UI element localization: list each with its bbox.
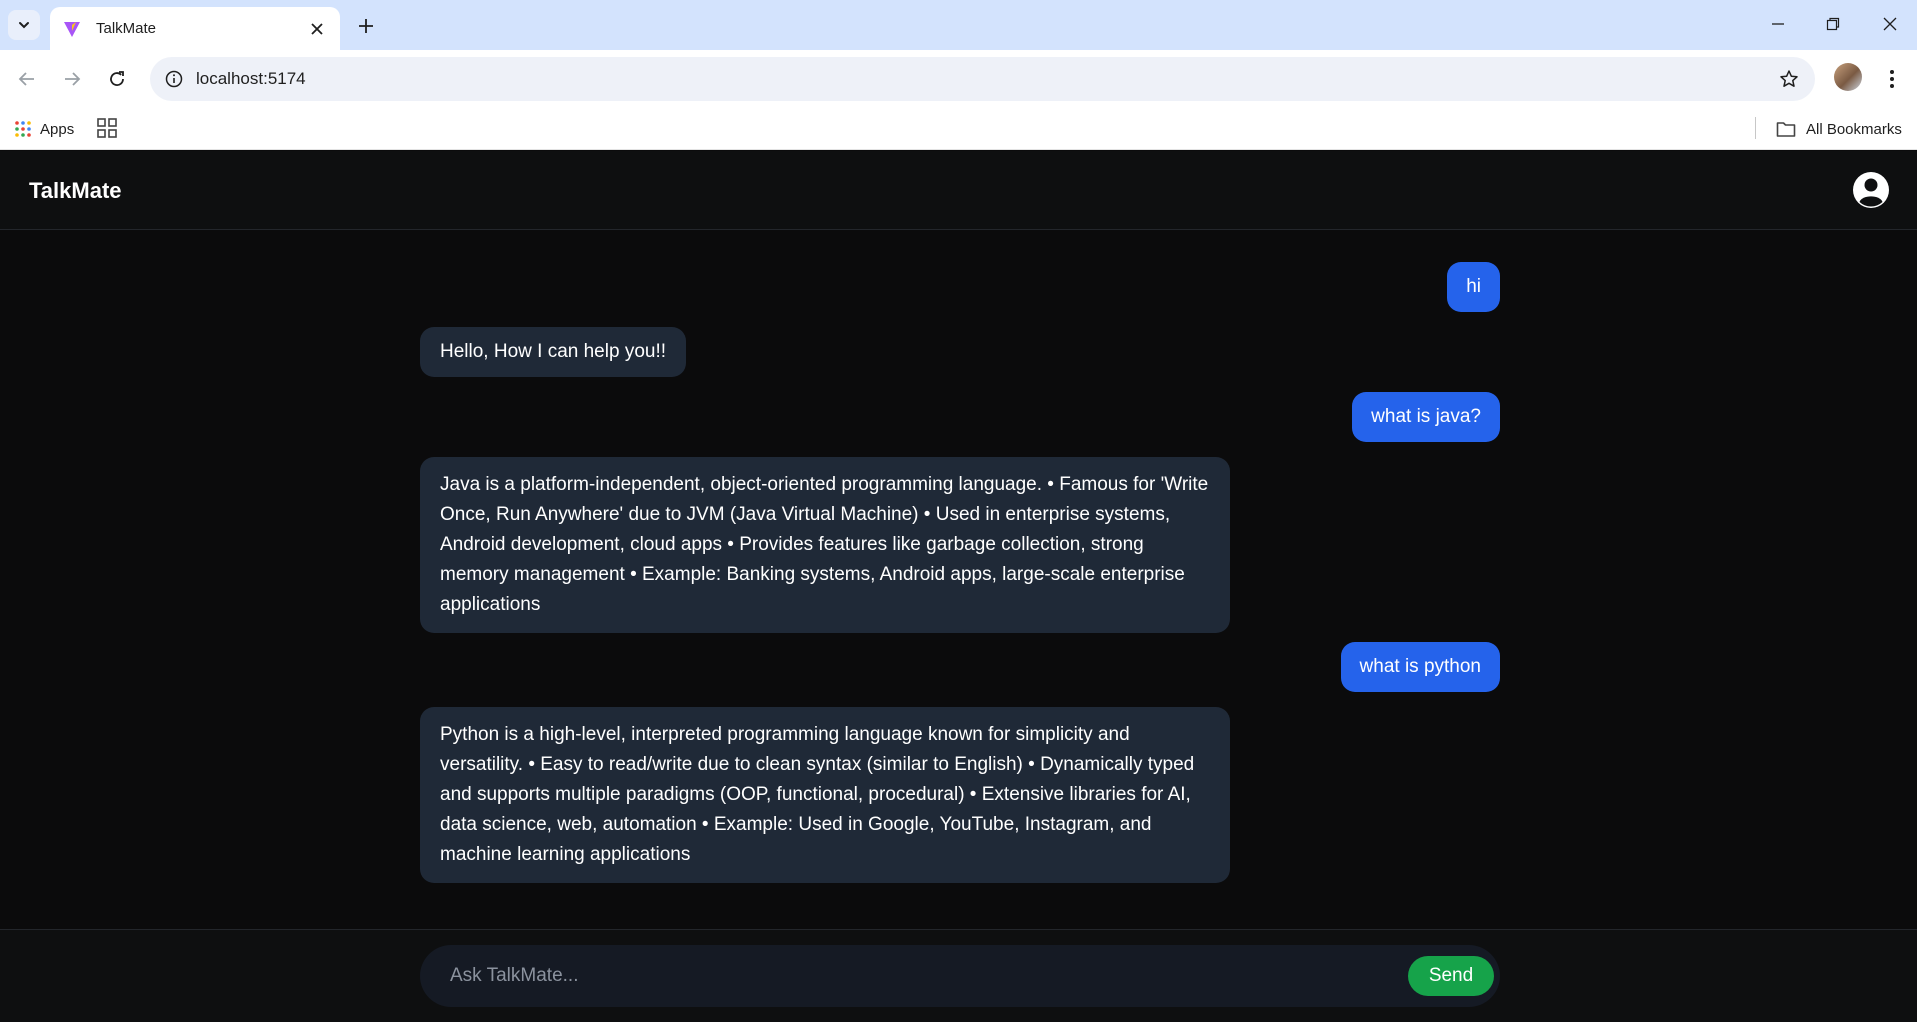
browser-toolbar: localhost:5174 bbox=[0, 50, 1917, 108]
bookmarks-divider bbox=[1755, 117, 1756, 139]
apps-grid-icon bbox=[15, 121, 31, 137]
bot-message: Hello, How I can help you!! bbox=[420, 327, 687, 377]
all-bookmarks[interactable]: All Bookmarks bbox=[1776, 116, 1902, 142]
bookmark-apps[interactable]: Apps bbox=[14, 116, 74, 142]
user-message: what is python bbox=[1340, 642, 1500, 692]
browser-tabstrip: TalkMate bbox=[0, 0, 1917, 50]
user-message: hi bbox=[1447, 262, 1500, 312]
app-brand: TalkMate bbox=[29, 178, 122, 203]
bookmarks-bar: Apps All Bookmarks bbox=[0, 108, 1917, 150]
profile-avatar[interactable] bbox=[1834, 63, 1862, 91]
address-bar[interactable]: localhost:5174 bbox=[150, 57, 1815, 101]
bookmark-apps-label: Apps bbox=[40, 120, 75, 138]
bot-message: Java is a platform-independent, object-o… bbox=[420, 457, 1230, 633]
folder-icon bbox=[1776, 122, 1796, 137]
star-icon[interactable] bbox=[1775, 65, 1803, 93]
site-info-icon[interactable] bbox=[160, 65, 188, 93]
send-button[interactable]: Send bbox=[1408, 956, 1494, 996]
restore-icon[interactable] bbox=[1815, 8, 1851, 40]
tab-groups-icon[interactable] bbox=[96, 117, 118, 139]
back-icon[interactable] bbox=[11, 63, 43, 95]
forward-icon[interactable] bbox=[56, 63, 88, 95]
minimize-icon[interactable] bbox=[1760, 8, 1796, 40]
window-close-icon[interactable] bbox=[1872, 8, 1908, 40]
browser-tab[interactable]: TalkMate bbox=[50, 7, 340, 50]
chat-thread: hi Hello, How I can help you!! what is j… bbox=[0, 231, 1917, 929]
reload-icon[interactable] bbox=[101, 63, 133, 95]
kebab-menu-icon[interactable] bbox=[1878, 63, 1906, 95]
url-text: localhost:5174 bbox=[196, 69, 306, 88]
close-icon[interactable] bbox=[306, 18, 328, 40]
bot-message: Python is a high-level, interpreted prog… bbox=[420, 707, 1230, 883]
user-circle-icon[interactable] bbox=[1852, 171, 1890, 209]
plus-icon[interactable] bbox=[352, 12, 380, 40]
chevron-down-icon bbox=[19, 22, 29, 29]
favicon-icon bbox=[64, 21, 80, 37]
composer-bar: Send bbox=[0, 929, 1917, 1022]
all-bookmarks-label: All Bookmarks bbox=[1806, 120, 1902, 138]
user-message: what is java? bbox=[1352, 392, 1500, 442]
tab-title: TalkMate bbox=[96, 20, 157, 37]
composer: Send bbox=[420, 945, 1500, 1007]
app-header: TalkMate bbox=[0, 151, 1917, 230]
tab-search-button[interactable] bbox=[8, 10, 40, 40]
message-input[interactable] bbox=[450, 959, 1350, 993]
